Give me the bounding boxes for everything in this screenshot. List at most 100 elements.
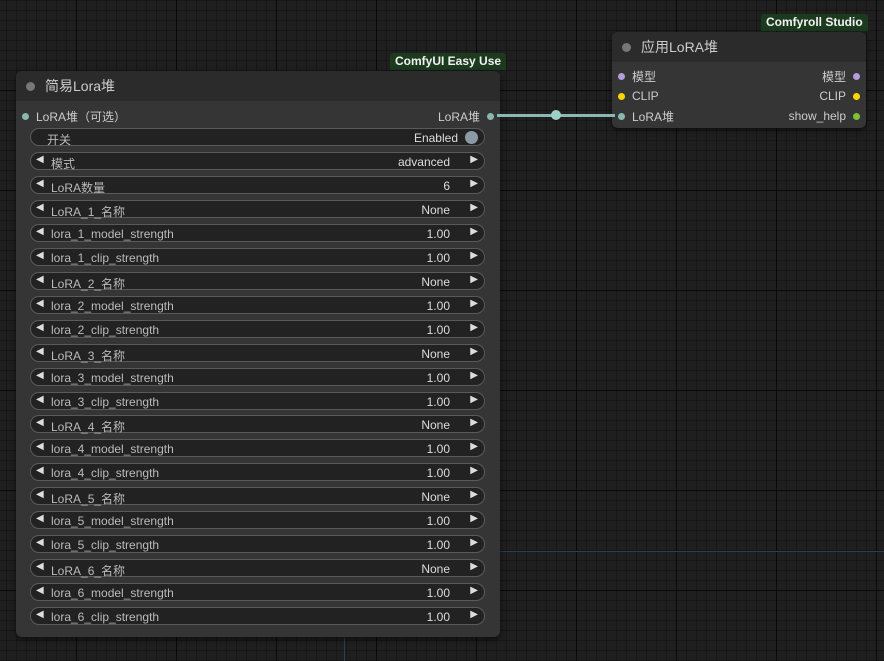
combo-widget[interactable]: ◀ LoRA_5_名称 None ▶ — [30, 487, 485, 506]
increment-arrow-icon[interactable]: ▶ — [470, 441, 478, 452]
decrement-arrow-icon[interactable]: ◀ — [36, 202, 44, 213]
increment-arrow-icon[interactable]: ▶ — [470, 250, 478, 261]
combo-widget[interactable]: ◀ LoRA_3_名称 None ▶ — [30, 343, 485, 363]
combo-widget[interactable]: ◀ LoRA_4_名称 None ▶ — [30, 415, 485, 434]
increment-arrow-icon[interactable]: ▶ — [470, 537, 478, 548]
decrement-arrow-icon[interactable]: ◀ — [36, 609, 44, 620]
input-dot-icon[interactable] — [618, 112, 625, 120]
collapse-dot-icon[interactable] — [26, 81, 35, 91]
decrement-arrow-icon[interactable]: ◀ — [36, 274, 44, 285]
node-title-bar[interactable]: 简易Lora堆 — [16, 71, 500, 101]
output-dot-icon[interactable] — [487, 112, 494, 120]
input-slot-label: CLIP — [632, 89, 659, 103]
decrement-arrow-icon[interactable]: ◀ — [36, 585, 44, 596]
link-midpoint-handle[interactable] — [551, 110, 561, 120]
increment-arrow-icon[interactable]: ▶ — [470, 394, 478, 405]
combo-widget[interactable]: ◀ lora_2_model_strength 1.00 ▶ — [30, 295, 485, 314]
output-dot-icon[interactable] — [853, 112, 860, 120]
output-dot-icon[interactable] — [853, 72, 860, 80]
combo-widget[interactable]: ◀ 模式 advanced ▶ — [30, 152, 485, 171]
increment-arrow-icon[interactable]: ▶ — [470, 370, 478, 381]
decrement-arrow-icon[interactable]: ◀ — [36, 394, 44, 405]
output-slot[interactable]: 模型 — [822, 66, 860, 86]
increment-arrow-icon[interactable]: ▶ — [470, 202, 478, 213]
input-slot[interactable]: CLIP — [618, 86, 659, 106]
increment-arrow-icon[interactable]: ▶ — [470, 274, 478, 285]
decrement-arrow-icon[interactable]: ◀ — [36, 322, 44, 333]
decrement-arrow-icon[interactable]: ◀ — [36, 465, 44, 476]
decrement-arrow-icon[interactable]: ◀ — [36, 298, 44, 309]
output-slot-lora-stack[interactable]: LoRA堆 — [438, 106, 494, 126]
combo-widget[interactable]: ◀ lora_6_clip_strength 1.00 ▶ — [30, 607, 485, 626]
output-slot[interactable]: CLIP — [819, 86, 860, 106]
widget-label: 模式 — [51, 157, 76, 171]
decrement-arrow-icon[interactable]: ◀ — [36, 226, 44, 237]
combo-widget[interactable]: ◀ lora_5_model_strength 1.00 ▶ — [30, 511, 485, 530]
slot-row: LoRA堆 show_help — [612, 106, 866, 126]
combo-widget[interactable]: ◀ lora_3_clip_strength 1.00 ▶ — [30, 391, 485, 410]
increment-arrow-icon[interactable]: ▶ — [470, 465, 478, 476]
node-title: 简易Lora堆 — [45, 78, 116, 94]
combo-widget[interactable]: ◀ lora_2_clip_strength 1.00 ▶ — [30, 319, 485, 338]
combo-widget[interactable]: ◀ LoRA_1_名称 None ▶ — [30, 199, 485, 219]
decrement-arrow-icon[interactable]: ◀ — [36, 417, 44, 428]
widget-value: None — [421, 202, 450, 217]
widget-value: 1.00 — [426, 370, 450, 385]
output-slot[interactable]: show_help — [789, 106, 860, 126]
combo-widget[interactable]: ◀ lora_1_model_strength 1.00 ▶ — [30, 223, 485, 242]
widget-label: LoRA数量 — [51, 180, 106, 195]
collapse-dot-icon[interactable] — [622, 42, 631, 52]
increment-arrow-icon[interactable]: ▶ — [470, 154, 478, 165]
toggle-widget[interactable]: 开关 Enabled — [30, 128, 485, 147]
apply-lora-stack-node[interactable]: 应用LoRA堆 模型 模型 CLIP CLIP LoRA堆 show_help — [612, 32, 866, 128]
decrement-arrow-icon[interactable]: ◀ — [36, 370, 44, 381]
increment-arrow-icon[interactable]: ▶ — [470, 561, 478, 572]
decrement-arrow-icon[interactable]: ◀ — [36, 513, 44, 524]
combo-widget[interactable]: ◀ LoRA数量 6 ▶ — [30, 175, 485, 195]
widget-value: 1.00 — [426, 466, 450, 481]
slot-row: 模型 模型 — [612, 66, 866, 86]
combo-widget[interactable]: ◀ LoRA_2_名称 None ▶ — [30, 271, 485, 291]
increment-arrow-icon[interactable]: ▶ — [470, 226, 478, 237]
easy-lora-stack-node[interactable]: 简易Lora堆 LoRA堆（可选） LoRA堆 开关 Enabled ◀ 模式 ad… — [16, 71, 500, 637]
widget-label: lora_1_model_strength — [51, 226, 174, 241]
increment-arrow-icon[interactable]: ▶ — [470, 585, 478, 596]
combo-widget[interactable]: ◀ lora_4_clip_strength 1.00 ▶ — [30, 463, 485, 482]
widget-value: None — [421, 274, 450, 289]
decrement-arrow-icon[interactable]: ◀ — [36, 537, 44, 548]
increment-arrow-icon[interactable]: ▶ — [470, 609, 478, 620]
combo-widget[interactable]: ◀ lora_6_model_strength 1.00 ▶ — [30, 583, 485, 602]
output-slot-label: show_help — [788, 109, 846, 123]
combo-widget[interactable]: ◀ lora_1_clip_strength 1.00 ▶ — [30, 247, 485, 266]
input-dot-icon[interactable] — [618, 72, 625, 80]
decrement-arrow-icon[interactable]: ◀ — [36, 561, 44, 572]
widget-label: lora_3_model_strength — [51, 370, 174, 385]
increment-arrow-icon[interactable]: ▶ — [470, 322, 478, 333]
input-slot-lora-stack[interactable]: LoRA堆（可选） — [22, 106, 126, 126]
node-title-bar[interactable]: 应用LoRA堆 — [612, 32, 866, 62]
increment-arrow-icon[interactable]: ▶ — [470, 178, 478, 189]
decrement-arrow-icon[interactable]: ◀ — [36, 441, 44, 452]
decrement-arrow-icon[interactable]: ◀ — [36, 250, 44, 261]
increment-arrow-icon[interactable]: ▶ — [470, 513, 478, 524]
combo-widget[interactable]: ◀ lora_4_model_strength 1.00 ▶ — [30, 439, 485, 458]
decrement-arrow-icon[interactable]: ◀ — [36, 154, 44, 165]
increment-arrow-icon[interactable]: ▶ — [470, 298, 478, 309]
decrement-arrow-icon[interactable]: ◀ — [36, 489, 44, 500]
combo-widget[interactable]: ◀ lora_5_clip_strength 1.00 ▶ — [30, 535, 485, 554]
decrement-arrow-icon[interactable]: ◀ — [36, 178, 44, 189]
increment-arrow-icon[interactable]: ▶ — [470, 489, 478, 500]
widget-value: None — [421, 562, 450, 577]
input-dot-icon[interactable] — [22, 112, 29, 120]
widget-value: None — [421, 490, 450, 505]
input-slot[interactable]: LoRA堆 — [618, 106, 674, 126]
output-dot-icon[interactable] — [853, 92, 860, 100]
combo-widget[interactable]: ◀ LoRA_6_名称 None ▶ — [30, 559, 485, 578]
decrement-arrow-icon[interactable]: ◀ — [36, 346, 44, 357]
toggle-knob-icon[interactable] — [465, 131, 478, 144]
input-slot[interactable]: 模型 — [618, 66, 656, 86]
input-dot-icon[interactable] — [618, 92, 625, 100]
combo-widget[interactable]: ◀ lora_3_model_strength 1.00 ▶ — [30, 367, 485, 386]
increment-arrow-icon[interactable]: ▶ — [470, 346, 478, 357]
increment-arrow-icon[interactable]: ▶ — [470, 417, 478, 428]
